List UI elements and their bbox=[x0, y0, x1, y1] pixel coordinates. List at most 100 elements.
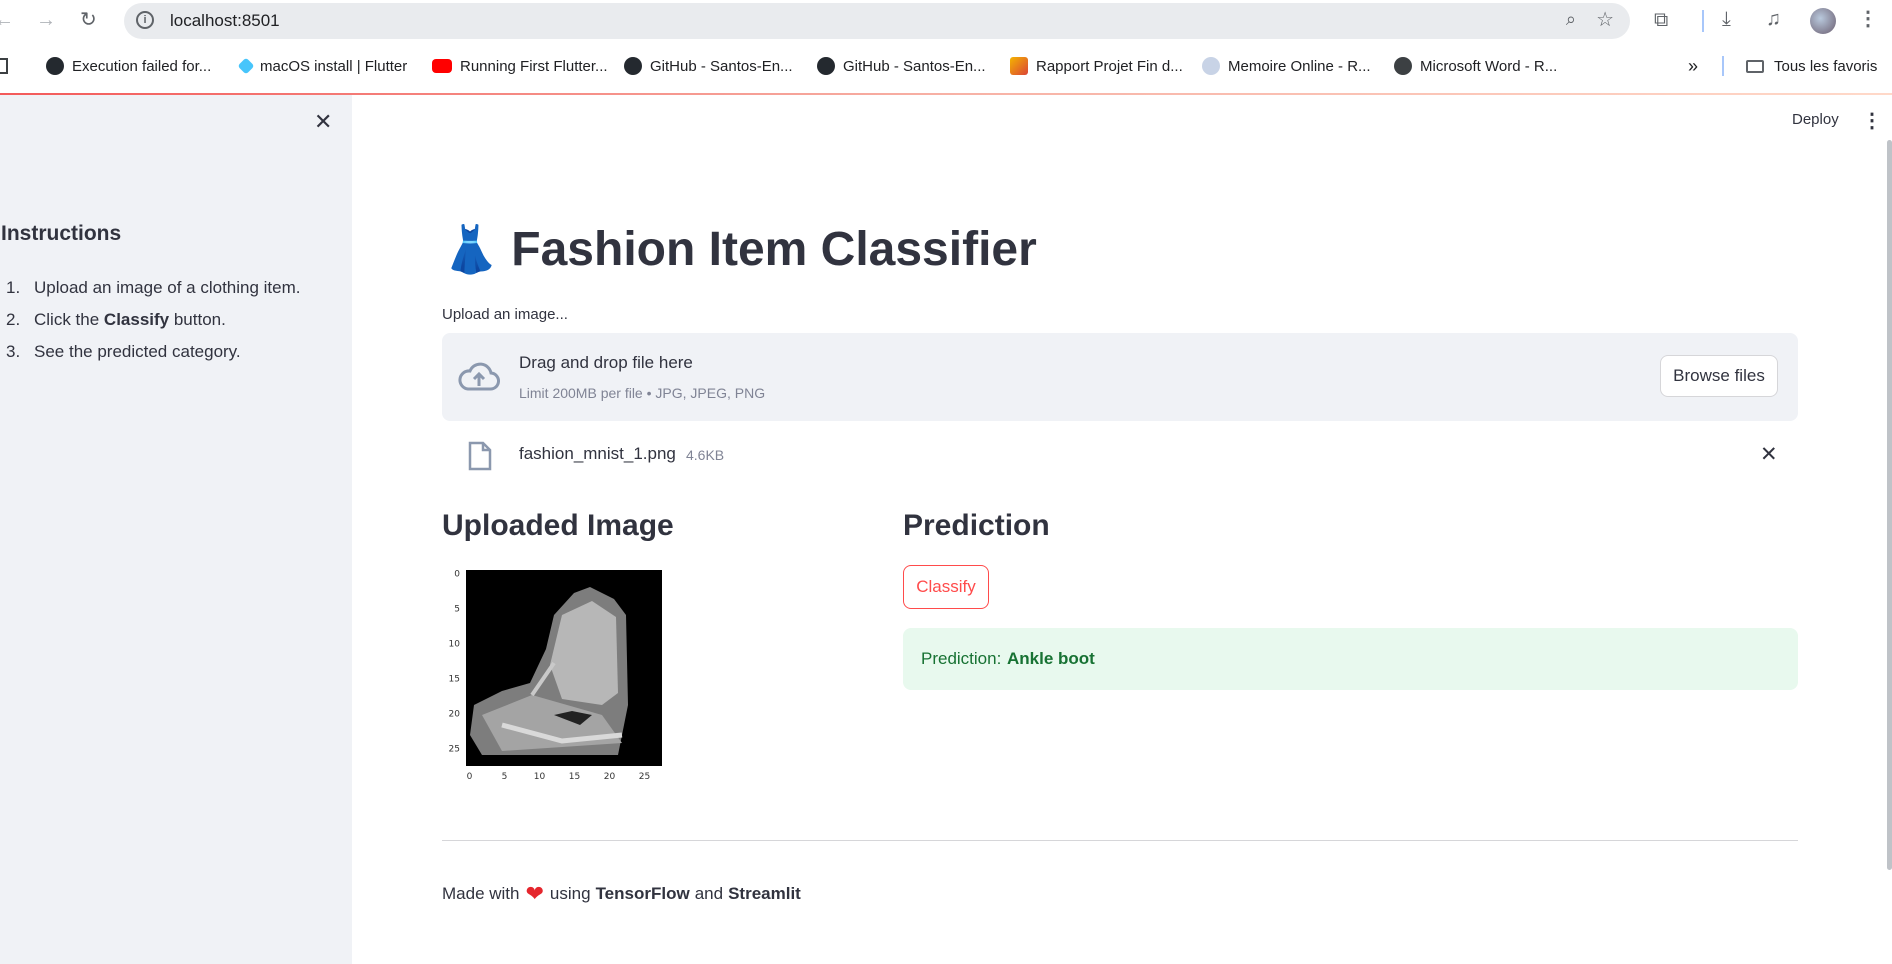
browser-menu-icon[interactable]: ⋮ bbox=[1858, 9, 1878, 29]
github-icon bbox=[46, 57, 64, 75]
github-icon bbox=[817, 57, 835, 75]
bookmark-item[interactable]: macOS install | Flutter bbox=[237, 48, 408, 84]
flutter-icon bbox=[237, 57, 255, 75]
x-tick-label: 15 bbox=[569, 772, 580, 782]
classify-button[interactable]: Classify bbox=[903, 565, 989, 609]
extensions-icon[interactable]: ⧉ bbox=[1654, 10, 1668, 30]
bookmark-label: GitHub - Santos-En... bbox=[843, 57, 986, 75]
bookmark-label: macOS install | Flutter bbox=[260, 57, 408, 75]
scrollbar[interactable] bbox=[1887, 140, 1892, 870]
y-tick-label: 20 bbox=[449, 710, 461, 720]
bookmark-label: Microsoft Word - R... bbox=[1420, 57, 1558, 75]
step-text: Click the bbox=[34, 310, 104, 329]
footer-divider bbox=[442, 840, 1798, 841]
y-tick-label: 25 bbox=[449, 745, 460, 755]
x-tick-label: 25 bbox=[639, 772, 650, 782]
browse-files-button[interactable]: Browse files bbox=[1660, 355, 1778, 397]
prediction-value: Ankle boot bbox=[1007, 649, 1095, 668]
bookmark-item[interactable]: GitHub - Santos-En... bbox=[817, 48, 986, 84]
bookmark-item[interactable]: GitHub - Santos-En... bbox=[624, 48, 793, 84]
apps-icon[interactable] bbox=[0, 58, 8, 74]
drag-drop-text: Drag and drop file here bbox=[519, 353, 693, 372]
heart-icon: ❤ bbox=[525, 881, 544, 906]
back-icon[interactable]: ← bbox=[0, 10, 14, 30]
profile-avatar[interactable] bbox=[1810, 8, 1836, 34]
bookmark-label: Execution failed for... bbox=[72, 57, 212, 75]
toolbar-divider bbox=[1702, 10, 1704, 32]
zoom-icon[interactable]: ⌕ bbox=[1566, 9, 1576, 30]
y-tick-label: 5 bbox=[454, 605, 460, 615]
download-icon[interactable]: ⤓ bbox=[1722, 9, 1731, 29]
y-tick-label: 10 bbox=[449, 640, 461, 650]
bookmark-label: Memoire Online - R... bbox=[1228, 57, 1371, 75]
step-bold-text: Classify bbox=[103, 310, 170, 329]
deploy-button[interactable]: Deploy bbox=[1792, 111, 1839, 128]
footer-tensorflow: TensorFlow bbox=[595, 884, 690, 903]
instruction-item: 2. Click the Classify button. bbox=[6, 304, 301, 336]
uploaded-image-heading: Uploaded Image bbox=[442, 509, 674, 542]
globe-icon bbox=[1394, 57, 1412, 75]
bookmark-item[interactable]: Microsoft Word - R... bbox=[1394, 48, 1557, 84]
prediction-heading: Prediction bbox=[903, 509, 1050, 542]
forward-icon[interactable]: → bbox=[36, 10, 56, 30]
title-text: Fashion Item Classifier bbox=[511, 223, 1037, 276]
bookmark-item[interactable]: Memoire Online - R... bbox=[1202, 48, 1371, 84]
bookmark-label: Running First Flutter... bbox=[460, 57, 608, 75]
address-bar[interactable]: i localhost:8501 ⌕ ☆ bbox=[124, 3, 1630, 39]
instruction-item: 3. See the predicted category. bbox=[6, 336, 301, 368]
uploaded-file-row: fashion_mnist_1.png 4.6KB ✕ bbox=[442, 435, 1798, 475]
prediction-result-box: Prediction: Ankle boot bbox=[903, 628, 1798, 690]
sidebar-title: Instructions bbox=[1, 222, 122, 245]
footer-using: using bbox=[549, 884, 591, 903]
x-tick-label: 20 bbox=[604, 772, 616, 782]
bookmark-item[interactable]: Running First Flutter... bbox=[432, 48, 608, 84]
bookmarks-bar: Execution failed for... macOS install | … bbox=[0, 48, 1892, 84]
x-tick-label: 10 bbox=[534, 772, 546, 782]
file-name: fashion_mnist_1.png bbox=[519, 444, 676, 463]
instructions-list: 1. Upload an image of a clothing item. 2.… bbox=[6, 272, 301, 368]
cloud-upload-icon bbox=[458, 362, 500, 391]
github-icon bbox=[624, 57, 642, 75]
step-text: See the predicted category. bbox=[34, 342, 241, 361]
mnist-image-plot: 0 5 10 15 20 25 0 5 10 15 20 25 bbox=[449, 570, 662, 782]
file-size: 4.6KB bbox=[686, 447, 725, 463]
folder-icon bbox=[1746, 59, 1764, 73]
page-title: 👗 Fashion Item Classifier bbox=[442, 222, 1037, 277]
media-control-icon[interactable]: ♫ bbox=[1766, 9, 1781, 29]
dress-emoji-icon: 👗 bbox=[442, 223, 500, 275]
instruction-item: 1. Upload an image of a clothing item. bbox=[6, 272, 301, 304]
step-text: button. bbox=[169, 310, 226, 329]
upload-limit-text: Limit 200MB per file • JPG, JPEG, PNG bbox=[519, 385, 766, 401]
prediction-prefix: Prediction: bbox=[921, 649, 1002, 668]
reload-icon[interactable]: ↻ bbox=[80, 10, 97, 30]
uploader-label: Upload an image... bbox=[442, 306, 568, 323]
step-text: Upload an image of a clothing item. bbox=[34, 278, 301, 297]
footer-streamlit: Streamlit bbox=[728, 884, 801, 903]
close-sidebar-icon[interactable]: ✕ bbox=[314, 109, 332, 135]
bookmark-label: GitHub - Santos-En... bbox=[650, 57, 793, 75]
globe-icon bbox=[1202, 57, 1220, 75]
footer-and: and bbox=[694, 884, 724, 903]
site-info-icon[interactable]: i bbox=[136, 11, 154, 29]
bookmarks-overflow-button[interactable]: » bbox=[1688, 48, 1698, 84]
bookmark-item[interactable]: Execution failed for... bbox=[46, 48, 211, 84]
doc-icon bbox=[1010, 57, 1028, 75]
remove-file-icon[interactable]: ✕ bbox=[1760, 442, 1778, 467]
y-tick-label: 15 bbox=[449, 675, 460, 685]
step-number: 1. bbox=[6, 278, 21, 297]
bookmark-label: Rapport Projet Fin d... bbox=[1036, 57, 1183, 75]
x-tick-label: 5 bbox=[502, 772, 508, 782]
bookmark-star-icon[interactable]: ☆ bbox=[1596, 7, 1614, 32]
footer: Made with ❤ using TensorFlow and Streaml… bbox=[442, 881, 801, 907]
bookmark-item[interactable]: Rapport Projet Fin d... bbox=[1010, 48, 1183, 84]
all-bookmarks-folder[interactable]: Tous les favoris bbox=[1746, 48, 1877, 84]
y-tick-label: 0 bbox=[454, 570, 460, 580]
url-text[interactable]: localhost:8501 bbox=[170, 11, 280, 31]
main-menu-icon[interactable]: ⋮ bbox=[1862, 108, 1882, 133]
footer-made-with: Made with bbox=[442, 884, 520, 903]
step-number: 2. bbox=[6, 310, 21, 329]
file-dropzone[interactable]: Drag and drop file here Limit 200MB per … bbox=[442, 333, 1798, 421]
sidebar: ✕ Instructions 1. Upload an image of a cl… bbox=[0, 95, 352, 964]
bookmarks-divider bbox=[1722, 56, 1724, 76]
x-tick-label: 0 bbox=[467, 772, 473, 782]
